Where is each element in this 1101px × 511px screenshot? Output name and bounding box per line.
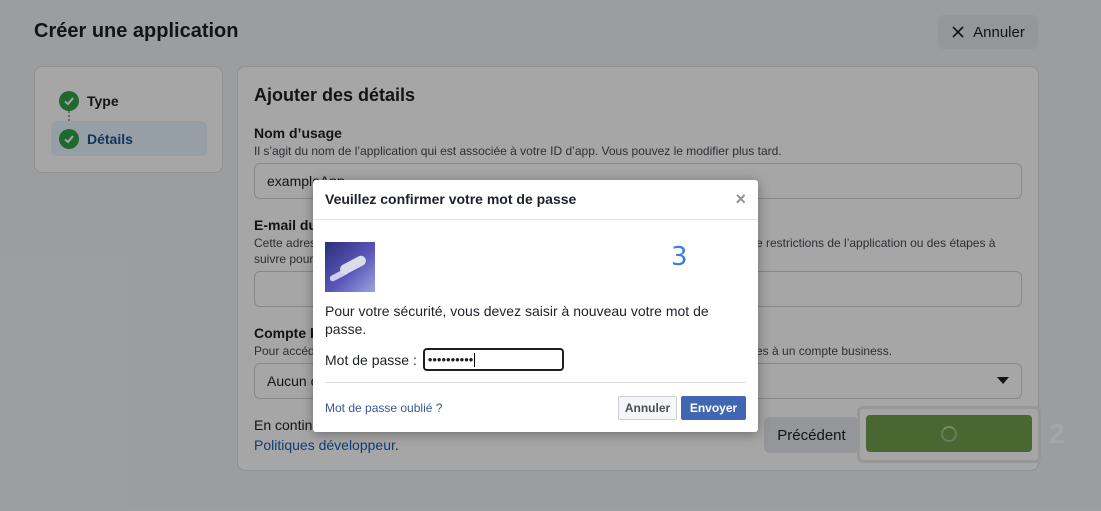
- password-confirm-dialog: Veuillez confirmer votre mot de passe × …: [313, 180, 758, 432]
- password-row: Mot de passe : ••••••••••: [325, 348, 564, 371]
- dialog-title: Veuillez confirmer votre mot de passe: [325, 191, 577, 207]
- close-icon[interactable]: ×: [735, 190, 746, 208]
- rocket-icon: [338, 254, 368, 276]
- dialog-message: Pour votre sécurité, vous devez saisir à…: [325, 303, 709, 337]
- dialog-header: Veuillez confirmer votre mot de passe ×: [313, 180, 758, 220]
- forgot-password-link[interactable]: Mot de passe oublié ?: [325, 401, 442, 415]
- password-label: Mot de passe :: [325, 351, 417, 368]
- dialog-divider: [325, 382, 746, 383]
- dialog-cancel-button[interactable]: Annuler: [618, 396, 677, 420]
- password-value: ••••••••••: [427, 352, 474, 367]
- app-thumbnail: [325, 242, 375, 292]
- password-input[interactable]: ••••••••••: [422, 348, 564, 371]
- annotation-badge-3: 3: [671, 242, 688, 272]
- dialog-submit-button[interactable]: Envoyer: [681, 396, 746, 420]
- text-caret: [474, 352, 476, 367]
